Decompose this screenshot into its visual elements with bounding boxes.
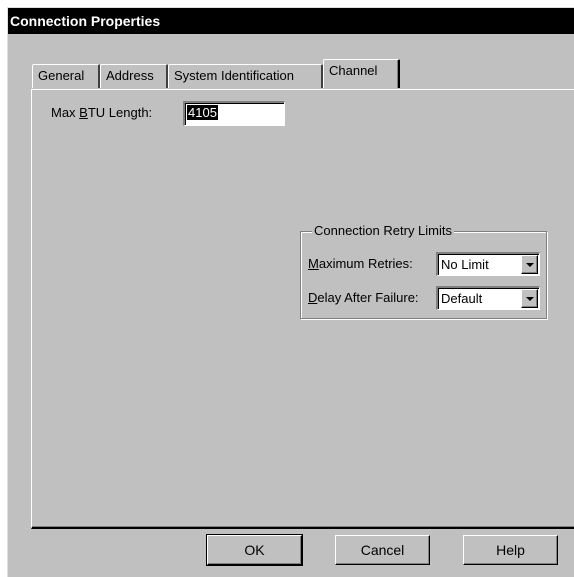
- chevron-down-icon: [526, 263, 534, 267]
- delay-after-failure-dropdown-button[interactable]: [521, 289, 538, 308]
- delay-after-failure-label-suffix: elay After Failure:: [317, 290, 419, 305]
- help-button[interactable]: Help: [463, 535, 558, 565]
- delay-after-failure-label: Delay After Failure:: [308, 290, 419, 305]
- max-btu-label-suffix: TU Length:: [87, 105, 153, 120]
- chevron-down-icon: [526, 297, 534, 301]
- maximum-retries-label-suffix: aximum Retries:: [318, 256, 413, 271]
- tab-general[interactable]: General: [32, 64, 100, 88]
- maximum-retries-dropdown[interactable]: No Limit: [436, 252, 540, 276]
- maximum-retries-dropdown-button[interactable]: [521, 255, 538, 274]
- max-btu-length-label: Max BTU Length:: [51, 105, 152, 120]
- connection-retry-limits-title: Connection Retry Limits: [312, 223, 454, 238]
- maximum-retries-label: Maximum Retries:: [308, 256, 413, 271]
- max-btu-length-input[interactable]: 4105: [183, 101, 285, 126]
- max-btu-length-value: 4105: [187, 105, 218, 120]
- tab-channel-label: Channel: [329, 63, 378, 78]
- delay-after-failure-dropdown[interactable]: Default: [436, 286, 540, 310]
- tab-general-label: General: [38, 68, 85, 83]
- max-btu-label-accel: B: [79, 105, 88, 120]
- tab-address[interactable]: Address: [100, 64, 168, 88]
- tab-channel[interactable]: Channel: [323, 59, 400, 88]
- maximum-retries-value: No Limit: [441, 257, 489, 272]
- ok-button[interactable]: OK: [206, 534, 303, 566]
- tab-address-label: Address: [106, 68, 154, 83]
- delay-after-failure-value: Default: [441, 291, 483, 306]
- window-title: Connection Properties: [10, 13, 161, 29]
- tab-system-identification[interactable]: System Identification: [168, 64, 323, 88]
- title-bar[interactable]: Connection Properties: [8, 8, 574, 34]
- maximum-retries-label-accel: M: [308, 256, 319, 271]
- max-btu-label-prefix: Max: [51, 105, 80, 120]
- tab-system-identification-label: System Identification: [174, 68, 294, 83]
- cancel-button[interactable]: Cancel: [335, 535, 430, 565]
- connection-properties-dialog: Connection Properties General Address Sy…: [7, 7, 574, 577]
- delay-after-failure-label-accel: D: [308, 290, 318, 305]
